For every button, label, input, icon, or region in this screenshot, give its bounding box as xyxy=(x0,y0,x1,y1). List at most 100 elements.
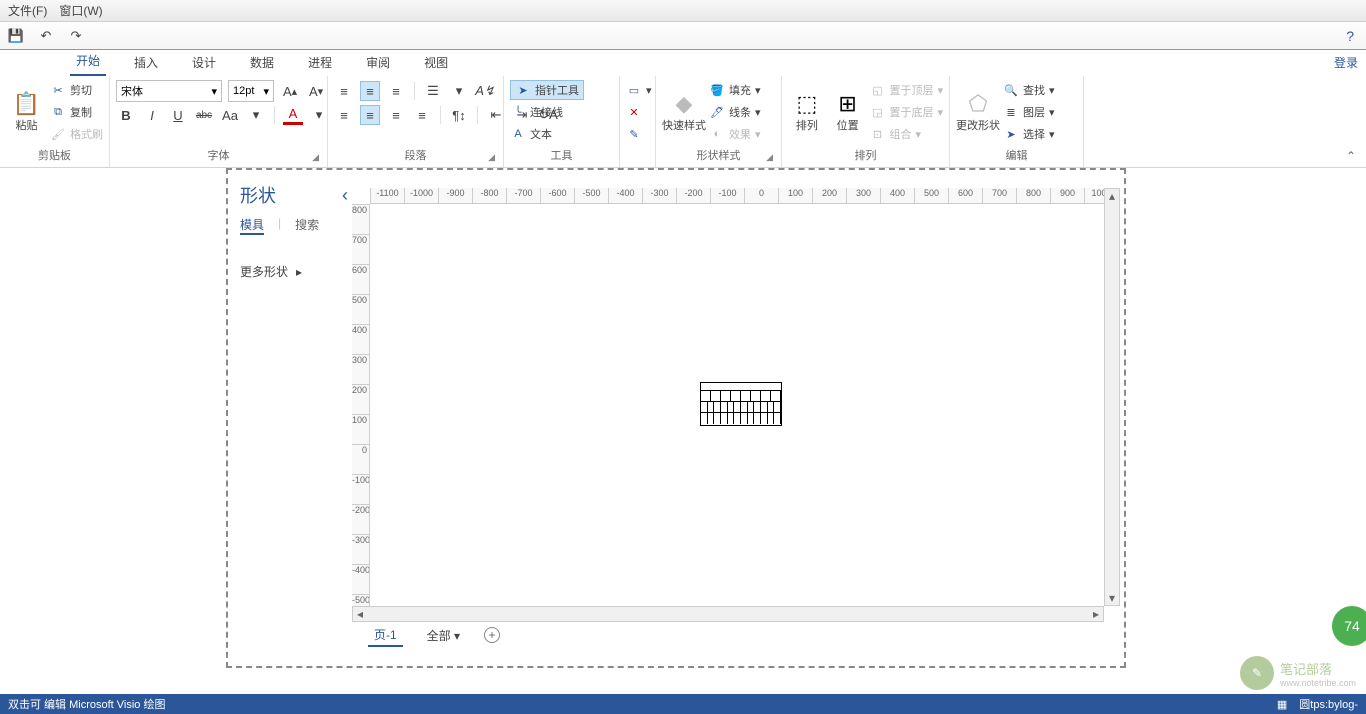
align-bottom-button[interactable]: ≡ xyxy=(386,81,406,101)
bullets-dropdown[interactable]: ▾ xyxy=(449,81,469,101)
scroll-left-icon[interactable]: ◂ xyxy=(353,607,367,621)
align-top-button[interactable]: ≡ xyxy=(334,81,354,101)
align-right-button[interactable]: ≡ xyxy=(386,105,406,125)
bucket-icon: 🪣 xyxy=(709,84,725,97)
change-case-button[interactable]: Aa xyxy=(220,105,240,125)
tab-start[interactable]: 开始 xyxy=(70,47,106,76)
connector-tool-label: 连接线 xyxy=(530,104,563,120)
collapse-pane-button[interactable]: ‹ xyxy=(342,185,348,206)
vertical-scrollbar[interactable]: ▴▾ xyxy=(1104,188,1120,606)
delete-connector-button[interactable]: ✕ xyxy=(626,102,642,122)
paragraph-dialog-launcher[interactable]: ◢ xyxy=(488,152,495,163)
paste-button[interactable]: 📋 粘贴 xyxy=(6,80,47,144)
cut-button[interactable]: ✂剪切 xyxy=(50,80,103,100)
horizontal-scrollbar[interactable]: ◂▸ xyxy=(352,606,1104,622)
editing-group-label: 编辑 xyxy=(956,145,1077,165)
align-justify-button[interactable]: ≡ xyxy=(412,105,432,125)
send-back-button[interactable]: ◲置于底层▾ xyxy=(869,102,943,122)
align-center-button[interactable]: ≡ xyxy=(360,105,380,125)
redo-icon[interactable]: ↷ xyxy=(66,26,86,46)
font-color-dropdown[interactable]: ▾ xyxy=(309,105,329,125)
tab-review[interactable]: 审阅 xyxy=(360,49,396,76)
shape-style-dialog-launcher[interactable]: ◢ xyxy=(766,152,773,163)
stencils-tab[interactable]: 模具 xyxy=(240,216,264,235)
tab-view[interactable]: 视图 xyxy=(418,49,454,76)
tools-group-label: 工具 xyxy=(510,145,613,165)
shrink-font-button[interactable]: A▾ xyxy=(306,81,326,101)
scroll-right-icon[interactable]: ▸ xyxy=(1089,607,1103,621)
scroll-up-icon[interactable]: ▴ xyxy=(1105,189,1119,203)
embedded-object-frame[interactable]: 形状‹ 模具 | 搜索 更多形状▸ -1100-1000-900-800-700… xyxy=(226,168,1126,668)
canvas-area: 形状‹ 模具 | 搜索 更多形状▸ -1100-1000-900-800-700… xyxy=(0,168,1366,694)
change-shape-button[interactable]: ⬠更改形状 xyxy=(956,80,1000,144)
rack-shape[interactable] xyxy=(700,382,782,426)
font-family-select[interactable]: 宋体▾ xyxy=(116,80,222,102)
select-icon: ➤ xyxy=(1003,128,1019,141)
cursor-icon: ➤ xyxy=(515,84,531,97)
bullets-button[interactable]: ☰ xyxy=(423,81,443,101)
paragraph-group-label: 段落◢ xyxy=(334,145,497,165)
drawing-page[interactable] xyxy=(370,204,1104,606)
back-label: 置于底层 xyxy=(889,104,933,120)
fill-button[interactable]: 🪣填充▾ xyxy=(709,80,761,100)
pointer-tool-button[interactable]: ➤指针工具 xyxy=(510,80,584,100)
group-button[interactable]: ⊡组合▾ xyxy=(869,124,943,144)
freeform-tool-button[interactable]: ✎ xyxy=(626,124,642,144)
search-tab[interactable]: 搜索 xyxy=(295,216,319,235)
align-left-button[interactable]: ≡ xyxy=(334,105,354,125)
tab-data[interactable]: 数据 xyxy=(244,49,280,76)
line-label: 线条 xyxy=(729,104,751,120)
format-painter-button[interactable]: 🖌格式刷 xyxy=(50,124,103,144)
save-icon[interactable]: 💾 xyxy=(6,26,26,46)
collapse-ribbon-button[interactable]: ⌃ xyxy=(1346,149,1356,163)
tab-process[interactable]: 进程 xyxy=(302,49,338,76)
clear-format-button[interactable]: A↯ xyxy=(475,81,495,101)
rectangle-tool-button[interactable]: ▭▾ xyxy=(626,80,652,100)
scroll-down-icon[interactable]: ▾ xyxy=(1105,591,1119,605)
layer-button[interactable]: ≣图层▾ xyxy=(1003,102,1055,122)
italic-button[interactable]: I xyxy=(142,105,162,125)
select-label: 选择 xyxy=(1023,126,1045,142)
connector-tool-button[interactable]: ╰连接线 xyxy=(510,102,563,122)
quick-styles-button[interactable]: ◆快速样式 xyxy=(662,80,706,144)
decrease-indent-button[interactable]: ⇤ xyxy=(486,105,506,125)
paragraph-spacing-button[interactable]: ¶↕ xyxy=(449,105,469,125)
tab-design[interactable]: 设计 xyxy=(186,49,222,76)
arrange-button[interactable]: ⬚排列 xyxy=(788,80,826,144)
menu-file[interactable]: 文件(F) xyxy=(8,2,47,19)
effects-button[interactable]: ◐效果▾ xyxy=(709,124,761,144)
undo-icon[interactable]: ↶ xyxy=(36,26,56,46)
shapes-pane-title: 形状 xyxy=(240,182,276,208)
find-button[interactable]: 🔍查找▾ xyxy=(1003,80,1055,100)
all-pages-tab[interactable]: 全部 ▾ xyxy=(427,627,460,644)
page-tab-1[interactable]: 页-1 xyxy=(368,624,403,647)
grow-font-button[interactable]: A▴ xyxy=(280,81,300,101)
line-button[interactable]: 🖊线条▾ xyxy=(709,102,761,122)
change-case-dropdown[interactable]: ▾ xyxy=(246,105,266,125)
align-middle-button[interactable]: ≡ xyxy=(360,81,380,101)
more-shapes-button[interactable]: 更多形状▸ xyxy=(240,241,348,280)
bold-button[interactable]: B xyxy=(116,105,136,125)
login-link[interactable]: 登录 xyxy=(1334,54,1358,71)
bring-front-button[interactable]: ◱置于顶层▾ xyxy=(869,80,943,100)
chevron-down-icon: ▾ xyxy=(937,84,943,97)
copy-button[interactable]: ⧉复制 xyxy=(50,102,103,122)
arrange-group-label: 排列 xyxy=(788,145,943,165)
strike-button[interactable]: abc xyxy=(194,105,214,125)
font-color-button[interactable]: A xyxy=(283,105,303,125)
tab-insert[interactable]: 插入 xyxy=(128,49,164,76)
underline-button[interactable]: U xyxy=(168,105,188,125)
quick-access-toolbar: 💾 ↶ ↷ ? xyxy=(0,22,1366,50)
shape-style-group-label: 形状样式◢ xyxy=(662,145,775,165)
text-tool-button[interactable]: A文本 xyxy=(510,124,552,144)
menu-window[interactable]: 窗口(W) xyxy=(59,2,102,19)
help-button[interactable]: ? xyxy=(1346,28,1354,44)
select-button[interactable]: ➤选择▾ xyxy=(1003,124,1055,144)
font-size-select[interactable]: 12pt▾ xyxy=(228,80,274,102)
font-dialog-launcher[interactable]: ◢ xyxy=(312,152,319,163)
add-page-button[interactable]: + xyxy=(484,627,500,643)
position-button[interactable]: ⊞位置 xyxy=(829,80,867,144)
rectangle-icon: ▭ xyxy=(626,84,642,97)
status-view-icon[interactable]: ▦ xyxy=(1277,698,1287,711)
cut-icon: ✂ xyxy=(50,84,66,97)
